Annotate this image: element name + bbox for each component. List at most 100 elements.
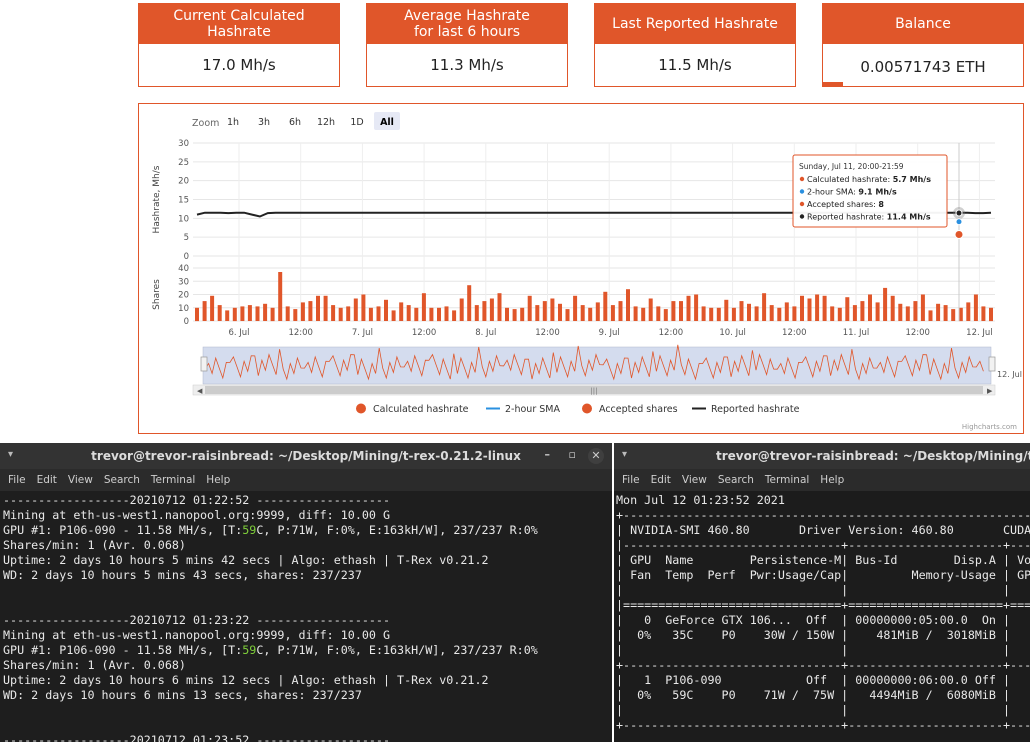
hashrate-tick-label: 0 (184, 252, 189, 262)
card-value: 17.0 Mh/s (202, 56, 276, 74)
zoom-button-6h[interactable]: 6h (289, 117, 301, 128)
terminal-titlebar[interactable]: ▾ trevor@trevor-raisinbread: ~/Desktop/M… (614, 443, 1030, 469)
tooltip-bullet (799, 189, 805, 194)
menu-edit[interactable]: Edit (651, 474, 671, 486)
legend-item[interactable]: 2-hour SMA (505, 404, 560, 415)
accepted-shares-bar (558, 303, 562, 321)
accepted-shares-bar (830, 306, 835, 321)
accepted-shares-bar (391, 310, 396, 321)
accepted-shares-bar (361, 294, 366, 321)
x-tick-label: 10. Jul (719, 328, 745, 338)
accepted-shares-bar (936, 303, 941, 321)
tooltip-row-value: 5.7 Mh/s (893, 175, 932, 184)
close-icon[interactable]: ✕ (588, 448, 604, 464)
accepted-shares-bar (626, 289, 630, 321)
temperature-value: 59 (242, 643, 257, 657)
terminal-app-icon: ▾ (622, 449, 628, 460)
tooltip-bullet (799, 176, 805, 182)
hover-point-reported (955, 209, 963, 217)
zoom-button-1h[interactable]: 1h (227, 117, 239, 128)
terminal-output[interactable]: ------------------20210712 01:22:52 ----… (0, 491, 612, 742)
zoom-button-12h[interactable]: 12h (317, 117, 335, 128)
accepted-shares-bar (807, 298, 812, 321)
terminal-menubar: File Edit View Search Terminal Help (0, 469, 612, 491)
balance-progress-bar (823, 82, 843, 86)
minimize-icon[interactable]: – (545, 448, 551, 461)
terminal-window-nvidia-smi: ▾ trevor@trevor-raisinbread: ~/Desktop/M… (614, 443, 1030, 742)
menu-terminal[interactable]: Terminal (151, 474, 195, 486)
tooltip-row-value: 8 (878, 200, 884, 209)
accepted-shares-bar (739, 301, 744, 321)
menu-search[interactable]: Search (104, 474, 140, 486)
scroll-left-icon[interactable]: ◀ (197, 387, 203, 395)
scroll-right-icon[interactable]: ▶ (987, 387, 993, 395)
navigator-handle-right[interactable] (988, 356, 996, 372)
terminal-line: WD: 2 days 10 hours 6 mins 13 secs, shar… (3, 688, 362, 702)
accepted-shares-bar (981, 306, 986, 321)
accepted-shares-bar (694, 294, 699, 321)
accepted-shares-bar (671, 301, 676, 321)
balance-card: Balance 0.00571743 ETH (822, 3, 1024, 87)
menu-search[interactable]: Search (718, 474, 754, 486)
terminal-line: | 0% 59C P0 71W / 75W | 4494MiB / 6080Mi… (616, 688, 1011, 702)
accepted-shares-bar (656, 306, 661, 321)
zoom-button-3h[interactable]: 3h (258, 117, 270, 128)
accepted-shares-bar (565, 309, 570, 321)
menu-view[interactable]: View (68, 474, 93, 486)
hover-point-calculated (954, 230, 964, 240)
accepted-shares-bar (293, 309, 298, 321)
accepted-shares-bar (663, 309, 668, 321)
legend-item[interactable]: Calculated hashrate (373, 404, 469, 415)
menu-edit[interactable]: Edit (37, 474, 57, 486)
accepted-shares-bar (406, 305, 411, 321)
average-hashrate-card: Average Hashrate for last 6 hours 11.3 M… (366, 3, 568, 87)
legend-item[interactable]: Accepted shares (599, 404, 678, 415)
terminal-output[interactable]: Mon Jul 12 01:23:52 2021 +---------------… (614, 491, 1030, 742)
terminal-line: |-------------------------------+-------… (616, 538, 1030, 552)
reported-hashrate-card: Last Reported Hashrate 11.5 Mh/s (594, 3, 796, 87)
accepted-shares-bar (754, 306, 759, 321)
card-value: 0.00571743 ETH (860, 58, 986, 76)
shares-tick-label: 20 (178, 291, 189, 301)
accepted-shares-bar (316, 295, 320, 321)
navigator-handle-left[interactable] (200, 356, 208, 372)
legend-item[interactable]: Reported hashrate (711, 404, 800, 415)
x-tick-label: 6. Jul (228, 328, 249, 338)
accepted-shares-bar (822, 295, 827, 321)
terminal-line: | Fan Temp Perf Pwr:Usage/Cap| Memory-Us… (616, 568, 1030, 582)
accepted-shares-bar (505, 307, 509, 322)
tooltip-bullet (799, 214, 805, 219)
terminal-titlebar[interactable]: ▾ trevor@trevor-raisinbread: ~/Desktop/M… (0, 443, 612, 469)
accepted-shares-bar (452, 310, 457, 321)
accepted-shares-bar (270, 307, 275, 322)
temperature-value: 59 (242, 523, 257, 537)
hashrate-tick-label: 5 (184, 233, 189, 243)
terminal-title: trevor@trevor-raisinbread: ~/Desktop/Min… (716, 449, 1030, 463)
accepted-shares-bar (421, 293, 426, 321)
hashrate-chart: Zoom 1h 3h 6h 12h 1D All 0 5 10 15 20 25 30 Hashrate, … (138, 103, 1024, 434)
accepted-shares-bar (709, 307, 714, 322)
menu-file[interactable]: File (8, 474, 26, 486)
accepted-shares-bar (520, 307, 525, 322)
maximize-icon[interactable]: ▫ (569, 448, 576, 461)
accepted-shares-bar (489, 298, 494, 321)
terminal-line: Mon Jul 12 01:23:52 2021 (616, 493, 785, 507)
accepted-shares-bar (920, 294, 925, 321)
accepted-shares-bar (285, 306, 290, 321)
menu-file[interactable]: File (622, 474, 640, 486)
credits-link[interactable]: Highcharts.com (962, 423, 1017, 431)
zoom-button-1D[interactable]: 1D (350, 117, 363, 128)
terminal-line: ------------------20210712 01:23:52 ----… (3, 733, 391, 742)
x-tick-label: 12:00 (659, 328, 684, 338)
zoom-button-All[interactable]: All (380, 117, 394, 128)
accepted-shares-bar (890, 295, 895, 321)
menu-help[interactable]: Help (820, 474, 844, 486)
menu-terminal[interactable]: Terminal (765, 474, 809, 486)
terminal-line: +-------------------------------+-------… (616, 658, 1030, 672)
accepted-shares-bar (376, 306, 381, 321)
terminal-line: | | | N/A | (616, 643, 1011, 657)
menu-view[interactable]: View (682, 474, 707, 486)
accepted-shares-bar (240, 306, 245, 321)
menu-help[interactable]: Help (206, 474, 230, 486)
